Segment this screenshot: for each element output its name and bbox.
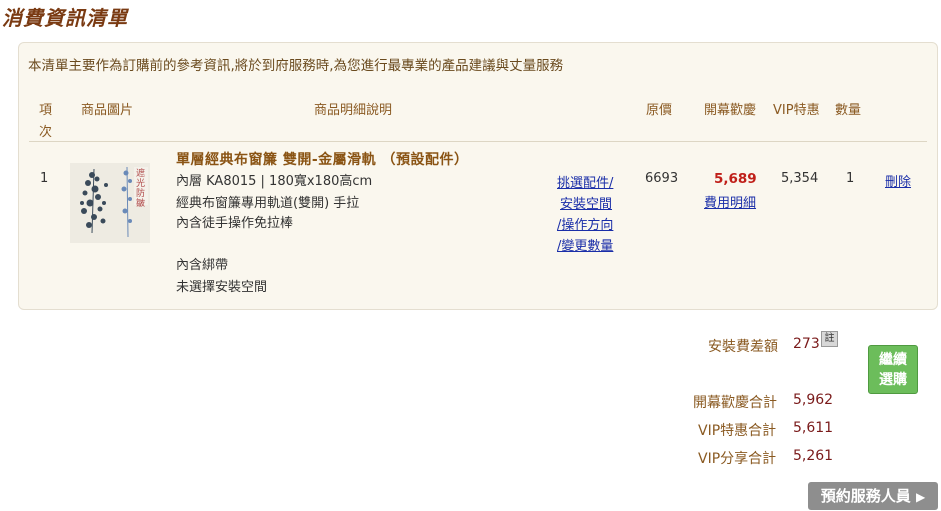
vip-total-label: VIP特惠合計 [698,423,777,439]
header-index-1: 項 [39,103,53,118]
vip-share-total-value: 5,261 [793,448,834,464]
page-title: 消費資訊清單 [2,6,128,30]
header-vip-price: VIP特惠 [773,103,820,118]
header-quantity: 數量 [835,103,862,118]
product-accessory-tieback: 內含綁帶 [176,258,229,273]
options-link-accessories[interactable]: 挑選配件/ [557,172,613,191]
header-image: 商品圖片 [81,103,134,118]
continue-shopping-button[interactable]: 繼續 選購 [868,345,918,394]
promo-total-value: 5,962 [793,392,834,408]
note-icon[interactable]: 註 [821,331,838,347]
original-price: 6693 [645,171,679,186]
header-description: 商品明細說明 [314,103,393,118]
product-spec: 內層 KA8015 | 180寬x180高cm [176,174,373,189]
thumbnail-caption-2: 防皺 [136,189,146,209]
install-diff-label: 安裝費差額 [708,339,778,355]
product-accessory-rail: 經典布窗簾專用軌道(雙開) 手拉 [176,196,360,211]
intro-text: 本清單主要作為訂購前的參考資訊,將於到府服務時,為您進行最專業的產品建議與丈量服… [28,58,564,74]
row-index: 1 [40,171,49,186]
triangle-right-icon: ▶ [916,490,926,504]
vip-share-total-label: VIP分享合計 [698,451,777,467]
product-accessory-wand: 內含徒手操作免拉棒 [176,216,294,231]
options-link-quantity[interactable]: /變更數量 [557,235,613,254]
delete-link[interactable]: 刪除 [885,171,911,190]
cost-detail-link[interactable]: 費用明細 [704,192,756,211]
continue-shopping-label-2: 選購 [879,372,907,388]
promo-price: 5,689 [714,171,757,187]
product-install-space: 未選擇安裝空間 [176,280,268,295]
header-promo-price: 開幕歡慶 [704,103,757,118]
book-service-label: 預約服務人員 [820,487,911,505]
quantity-value: 1 [846,171,855,186]
book-service-button[interactable]: 預約服務人員 ▶ [808,482,938,510]
options-link-direction[interactable]: /操作方向 [557,214,613,233]
options-link-install-space[interactable]: 安裝空間 [560,193,612,212]
promo-total-label: 開幕歡慶合計 [693,395,777,411]
header-original-price: 原價 [646,103,673,118]
thumbnail-caption-1: 遮光 [136,169,146,189]
header-divider [29,141,927,142]
vip-total-value: 5,611 [793,420,834,436]
product-thumbnail[interactable]: 遮光 防皺 [70,163,150,243]
product-name-link[interactable]: 單層經典布窗簾 雙開-金屬滑軌 （預設配件） [176,149,469,169]
install-diff-value: 273 [793,336,820,352]
vip-price: 5,354 [781,171,819,186]
continue-shopping-label-1: 繼續 [879,352,907,368]
product-list-panel: 本清單主要作為訂購前的參考資訊,將於到府服務時,為您進行最專業的產品建議與丈量服… [18,42,938,310]
header-index-2: 次 [39,125,53,140]
